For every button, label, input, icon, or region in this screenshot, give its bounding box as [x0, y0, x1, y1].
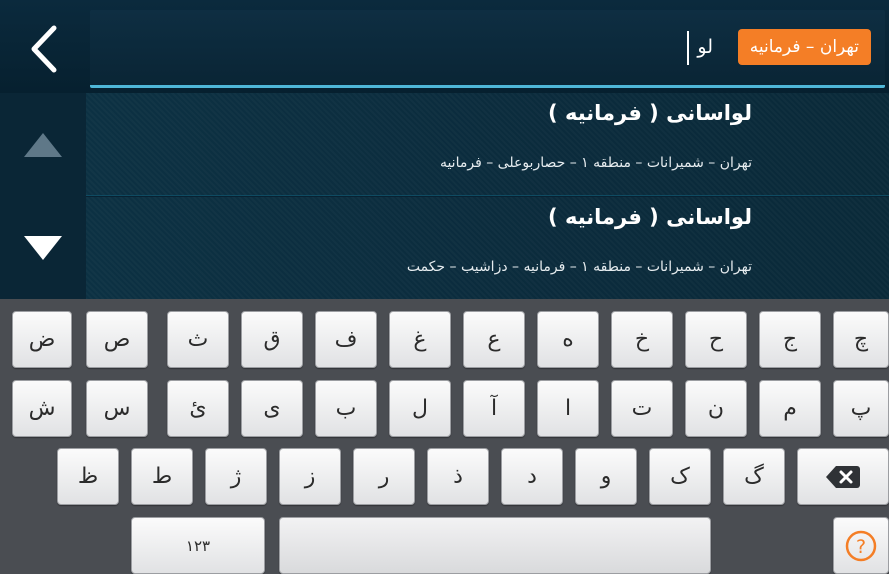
result-item[interactable]: لواسانی ( فرمانیه ) تهران – شمیرانات – م… [86, 93, 889, 196]
key-sad[interactable]: ص [86, 311, 148, 368]
region-chip[interactable]: تهران – فرمانیه [737, 29, 871, 65]
chevron-left-icon [31, 25, 57, 73]
key-alef-madde[interactable]: آ [463, 380, 525, 437]
space-bar[interactable] [279, 517, 711, 574]
result-address: تهران – شمیرانات – منطقه ۱ – حصاربوعلی –… [439, 155, 752, 171]
key-shin[interactable]: ش [12, 380, 72, 437]
result-item[interactable]: لواسانی ( فرمانیه ) تهران – شمیرانات – م… [86, 197, 889, 300]
scroll-controls [0, 93, 86, 299]
key-che[interactable]: چ [833, 311, 889, 368]
key-gaf[interactable]: گ [723, 448, 785, 505]
scroll-down-button[interactable] [0, 197, 86, 299]
key-he-jimi[interactable]: ح [685, 311, 747, 368]
result-title: لواسانی ( فرمانیه ) [548, 205, 752, 229]
keyboard: ض ص ث ق ف غ ع ه خ ح ج چ ش س ئ ی ب ل آ ا … [0, 299, 889, 574]
key-he[interactable]: ه [537, 311, 599, 368]
key-dal[interactable]: د [501, 448, 563, 505]
key-zad[interactable]: ض [12, 311, 72, 368]
result-address: تهران – شمیرانات – منطقه ۱ – فرمانیه – د… [406, 259, 752, 275]
text-caret [687, 31, 689, 65]
key-jim[interactable]: ج [759, 311, 821, 368]
key-ze[interactable]: ز [279, 448, 341, 505]
key-ein[interactable]: ع [463, 311, 525, 368]
key-zhe[interactable]: ژ [205, 448, 267, 505]
search-input[interactable]: تهران – فرمانیه لو [90, 10, 885, 88]
help-button[interactable]: ? [833, 517, 889, 574]
result-title: لواسانی ( فرمانیه ) [548, 101, 752, 125]
key-te[interactable]: ت [611, 380, 673, 437]
back-button[interactable] [12, 18, 74, 80]
key-khe[interactable]: خ [611, 311, 673, 368]
key-pe[interactable]: پ [833, 380, 889, 437]
key-be[interactable]: ب [315, 380, 377, 437]
key-nun[interactable]: ن [685, 380, 747, 437]
scroll-up-button[interactable] [0, 93, 86, 197]
key-ta[interactable]: ط [131, 448, 193, 505]
key-kaf[interactable]: ک [649, 448, 711, 505]
help-icon: ? [845, 530, 877, 561]
backspace-icon [826, 465, 860, 488]
key-lam[interactable]: ل [389, 380, 451, 437]
key-ghein[interactable]: غ [389, 311, 451, 368]
key-mim[interactable]: م [759, 380, 821, 437]
key-ghaf[interactable]: ق [241, 311, 303, 368]
arrow-up-icon [24, 133, 62, 157]
key-se[interactable]: ث [167, 311, 229, 368]
search-query-text: لو [697, 36, 713, 58]
key-zal[interactable]: ذ [427, 448, 489, 505]
key-ye[interactable]: ی [241, 380, 303, 437]
backspace-button[interactable] [797, 448, 889, 505]
key-alef[interactable]: ا [537, 380, 599, 437]
key-sin[interactable]: س [86, 380, 148, 437]
top-bar: تهران – فرمانیه لو [0, 0, 889, 93]
key-za[interactable]: ظ [57, 448, 119, 505]
key-fe[interactable]: ف [315, 311, 377, 368]
key-vav[interactable]: و [575, 448, 637, 505]
arrow-down-icon [24, 236, 62, 260]
key-re[interactable]: ر [353, 448, 415, 505]
results-panel: لواسانی ( فرمانیه ) تهران – شمیرانات – م… [0, 93, 889, 300]
help-glyph: ? [856, 536, 866, 558]
key-ye-hamze[interactable]: ئ [167, 380, 229, 437]
numbers-button[interactable]: ۱۲۳ [131, 517, 265, 574]
